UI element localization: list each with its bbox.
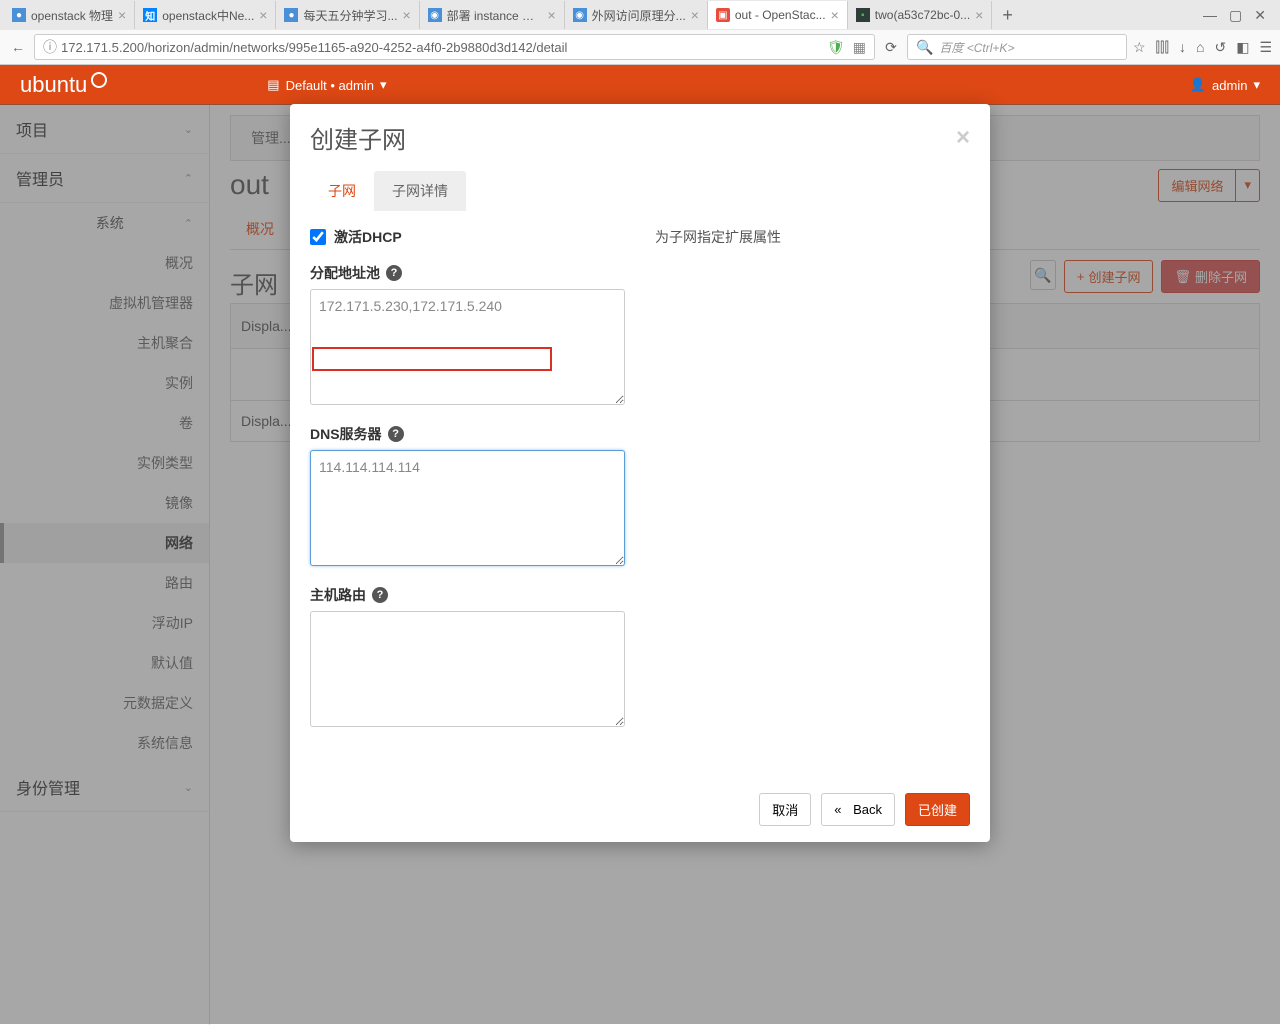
close-icon[interactable]: × <box>975 7 983 23</box>
chevron-down-icon: ▾ <box>380 77 387 93</box>
url-input[interactable]: ⓘ 172.171.5.200/horizon/admin/networks/9… <box>34 34 875 60</box>
modal-overlay: 创建子网 × 子网 子网详情 激活DHCP 分配地址池? <box>0 104 1280 1024</box>
submit-button[interactable]: 已创建 <box>905 793 970 826</box>
address-bar: ← ⓘ 172.171.5.200/horizon/admin/networks… <box>0 30 1280 64</box>
project-selector[interactable]: ▤ Default • admin ▾ <box>267 77 386 93</box>
alloc-pools-label: 分配地址池 <box>310 263 380 283</box>
info-icon: ⓘ <box>43 37 57 57</box>
modal-tab-subnet[interactable]: 子网 <box>310 171 374 211</box>
alloc-pools-input[interactable] <box>310 289 625 405</box>
back-button[interactable]: « Back <box>821 793 895 826</box>
close-icon[interactable]: × <box>259 7 267 23</box>
sidebar-icon[interactable]: ◧ <box>1236 39 1249 56</box>
dns-label: DNS服务器 <box>310 424 382 444</box>
modal-help-text: 为子网指定扩展属性 <box>655 227 970 247</box>
browser-tab-2[interactable]: ●每天五分钟学习...× <box>276 1 419 29</box>
download-icon[interactable]: ↓ <box>1179 39 1186 56</box>
sync-icon[interactable]: ↺ <box>1214 39 1226 56</box>
close-icon[interactable]: × <box>691 7 699 23</box>
user-menu[interactable]: 👤 admin ▾ <box>1190 77 1260 93</box>
help-icon[interactable]: ? <box>386 265 402 281</box>
tab-favicon: ● <box>284 8 298 22</box>
browser-tab-5[interactable]: ▣out - OpenStac...× <box>708 1 848 29</box>
back-icon: « <box>834 802 841 817</box>
top-nav: ubuntu ▤ Default • admin ▾ 👤 admin ▾ <box>0 65 1280 105</box>
help-icon[interactable]: ? <box>388 426 404 442</box>
maximize-icon[interactable]: ▢ <box>1229 7 1242 24</box>
help-icon[interactable]: ? <box>372 587 388 603</box>
tab-favicon: ● <box>12 8 26 22</box>
tab-favicon: 知 <box>143 8 157 22</box>
qr-icon[interactable]: ▦ <box>853 39 866 56</box>
tab-favicon: ◉ <box>428 8 442 22</box>
close-icon[interactable]: × <box>547 7 555 23</box>
reload-icon[interactable]: ⟳ <box>881 37 901 57</box>
create-subnet-modal: 创建子网 × 子网 子网详情 激活DHCP 分配地址池? <box>290 104 990 842</box>
enable-dhcp-checkbox[interactable] <box>310 229 326 245</box>
tab-strip: ●openstack 物理× 知openstack中Ne...× ●每天五分钟学… <box>0 0 1280 30</box>
modal-tab-details[interactable]: 子网详情 <box>374 171 466 211</box>
search-icon: 🔍 <box>916 39 933 56</box>
menu-icon[interactable]: ☰ <box>1259 39 1272 56</box>
close-window-icon[interactable]: ✕ <box>1254 7 1266 24</box>
close-icon[interactable]: × <box>402 7 410 23</box>
dns-input[interactable] <box>310 450 625 566</box>
tab-favicon: ▪ <box>856 8 870 22</box>
browser-tab-3[interactable]: ◉部署 instance 到...× <box>420 1 565 29</box>
browser-tab-6[interactable]: ▪two(a53c72bc-0...× <box>848 1 993 29</box>
close-icon[interactable]: × <box>118 7 126 23</box>
close-icon[interactable]: × <box>956 124 970 152</box>
home-icon[interactable]: ⌂ <box>1196 39 1204 56</box>
browser-tab-4[interactable]: ◉外网访问原理分...× <box>565 1 708 29</box>
folder-icon: ▤ <box>267 77 279 93</box>
user-icon: 👤 <box>1190 77 1206 93</box>
tab-favicon: ▣ <box>716 8 730 22</box>
close-icon[interactable]: × <box>831 7 839 23</box>
shield-icon[interactable]: 🛡 <box>827 39 845 56</box>
back-icon[interactable]: ← <box>8 37 28 57</box>
logo: ubuntu <box>20 72 87 98</box>
tab-favicon: ◉ <box>573 8 587 22</box>
new-tab-button[interactable]: + <box>992 5 1023 26</box>
minimize-icon[interactable]: — <box>1203 7 1217 24</box>
logo-icon <box>91 72 107 88</box>
host-routes-label: 主机路由 <box>310 585 366 605</box>
chevron-down-icon: ▾ <box>1253 77 1260 93</box>
modal-title: 创建子网 <box>310 120 406 155</box>
search-box[interactable]: 🔍 百度 <Ctrl+K> <box>907 34 1127 60</box>
host-routes-input[interactable] <box>310 611 625 727</box>
browser-chrome: ●openstack 物理× 知openstack中Ne...× ●每天五分钟学… <box>0 0 1280 65</box>
browser-tab-1[interactable]: 知openstack中Ne...× <box>135 1 276 29</box>
browser-tab-0[interactable]: ●openstack 物理× <box>4 1 135 29</box>
cancel-button[interactable]: 取消 <box>759 793 811 826</box>
enable-dhcp-label: 激活DHCP <box>334 227 402 247</box>
star-icon[interactable]: ☆ <box>1133 39 1146 56</box>
library-icon[interactable]: ⫿⫿⫿ <box>1156 39 1169 56</box>
